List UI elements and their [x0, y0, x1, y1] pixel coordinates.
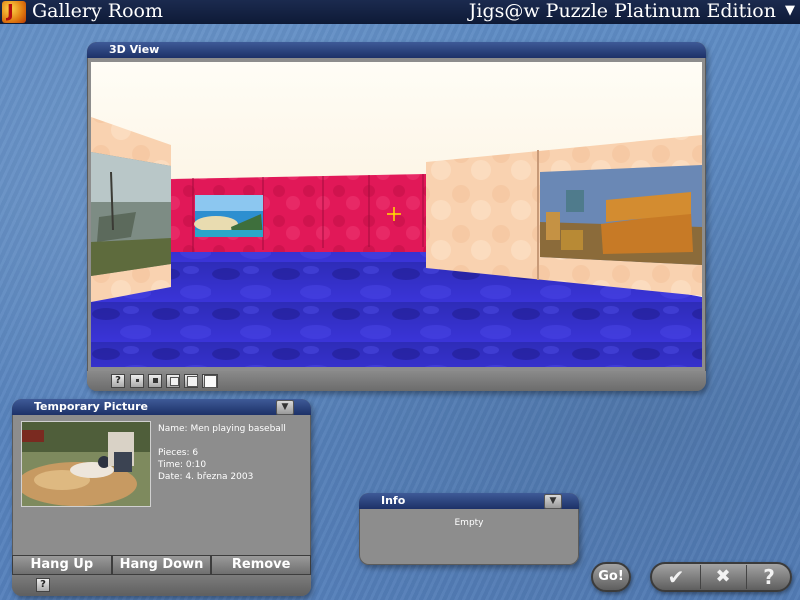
dropdown-arrow-icon[interactable]: ▼ [544, 494, 562, 509]
view3d-title: 3D View [109, 43, 160, 56]
action-button-group: ✔ ✖ ? [650, 562, 792, 592]
temporary-picture-footer: ? [12, 575, 311, 596]
dropdown-arrow-icon[interactable]: ▼ [276, 400, 294, 415]
view3d-header: 3D View [87, 42, 706, 58]
help-icon[interactable]: ? [746, 565, 791, 589]
painting-beach[interactable] [194, 195, 263, 237]
picture-time: Time: 0:10 [158, 460, 207, 470]
picture-name: Name: Men playing baseball [158, 424, 286, 434]
picture-help-button[interactable]: ? [36, 578, 50, 592]
view-size-2-button[interactable] [148, 374, 162, 388]
close-icon[interactable]: ✖ [700, 565, 745, 589]
temporary-picture-panel: Temporary Picture ▼ Name: Men playing ba… [12, 399, 312, 596]
info-title: Info [381, 494, 406, 507]
view3d-toolbar: ? [87, 371, 706, 391]
app-edition-title: Jigs@w Puzzle Platinum Edition [468, 0, 776, 22]
view-help-button[interactable]: ? [111, 374, 125, 388]
painting-boat[interactable] [91, 152, 171, 276]
menu-arrow-icon[interactable]: ▼ [785, 3, 795, 18]
info-header: Info ▼ [359, 493, 579, 509]
picture-date: Date: 4. března 2003 [158, 472, 254, 482]
picture-button-row: Hang Up Hang Down Remove [12, 555, 312, 575]
check-icon[interactable]: ✔ [654, 565, 698, 589]
info-panel: Info ▼ Empty [359, 493, 579, 565]
view3d-panel: 3D View ? [87, 42, 706, 391]
hang-down-button[interactable]: Hang Down [111, 555, 212, 575]
title-bar: J Gallery Room Jigs@w Puzzle Platinum Ed… [0, 0, 800, 24]
room-title: Gallery Room [32, 0, 163, 22]
view-size-3-button[interactable] [166, 374, 180, 388]
temporary-picture-header: Temporary Picture ▼ [12, 399, 311, 415]
painting-bedroom[interactable] [540, 165, 702, 265]
view-size-4-button[interactable] [184, 374, 198, 388]
picture-pieces: Pieces: 6 [158, 448, 199, 458]
view-size-1-button[interactable] [130, 374, 144, 388]
picture-thumbnail[interactable] [21, 421, 151, 507]
info-body: Empty [454, 518, 484, 528]
picture-info: Name: Men playing baseball Pieces: 6 Tim… [158, 423, 286, 483]
gallery-scene [91, 62, 702, 367]
gallery-3d-viewport[interactable] [91, 62, 702, 367]
go-button[interactable]: Go! [591, 562, 631, 592]
remove-button[interactable]: Remove [211, 555, 312, 575]
view-size-5-button[interactable] [202, 374, 218, 388]
temporary-picture-title: Temporary Picture [34, 400, 148, 413]
hang-up-button[interactable]: Hang Up [12, 555, 112, 575]
app-logo-icon: J [2, 1, 26, 23]
